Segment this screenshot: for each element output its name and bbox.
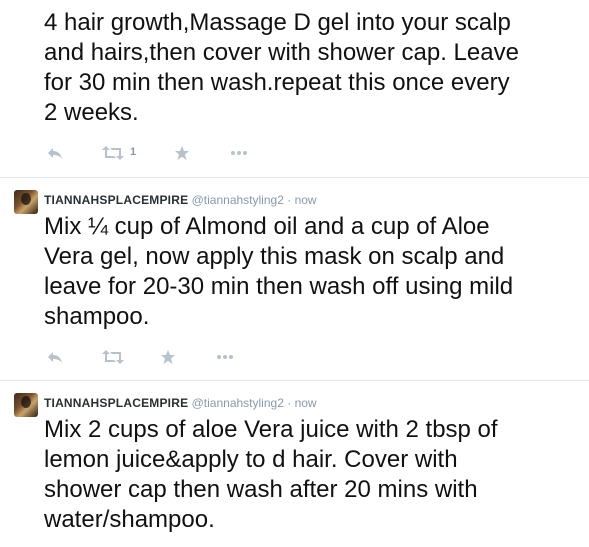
retweet-icon[interactable]: [102, 145, 124, 163]
more-icon[interactable]: [216, 349, 234, 367]
separator-dot: ·: [287, 193, 292, 207]
tweet-actions: [44, 349, 344, 367]
username[interactable]: @tiannahstyling2: [192, 396, 284, 410]
retweet-icon[interactable]: [102, 349, 124, 367]
reply-icon[interactable]: [46, 145, 64, 163]
reply-icon[interactable]: [46, 349, 64, 367]
display-name[interactable]: TIANNAHSPLACEMPIRE: [44, 193, 188, 207]
retweet-count: 1: [130, 146, 137, 158]
tweet-1[interactable]: 4 hair growth,Massage D gel into your sc…: [0, 0, 589, 176]
separator-dot: ·: [287, 396, 292, 410]
tweet-3[interactable]: TIANNAHSPLACEMPIRE @tiannahstyling2 · no…: [0, 381, 589, 547]
display-name[interactable]: TIANNAHSPLACEMPIRE: [44, 396, 188, 410]
tweet-header: TIANNAHSPLACEMPIRE @tiannahstyling2 · no…: [44, 395, 317, 411]
more-icon[interactable]: [230, 145, 248, 163]
timestamp[interactable]: now: [295, 193, 317, 207]
avatar[interactable]: [14, 190, 38, 214]
tweet-header: TIANNAHSPLACEMPIRE @tiannahstyling2 · no…: [44, 192, 317, 208]
tweet-text: Mix 2 cups of aloe Vera juice with 2 tbs…: [44, 416, 498, 533]
tweet-2[interactable]: TIANNAHSPLACEMPIRE @tiannahstyling2 · no…: [0, 178, 589, 380]
username[interactable]: @tiannahstyling2: [192, 193, 284, 207]
tweet-timeline: 4 hair growth,Massage D gel into your sc…: [0, 0, 589, 547]
tweet-text: 4 hair growth,Massage D gel into your sc…: [44, 9, 519, 126]
favorite-icon[interactable]: [174, 145, 190, 163]
avatar[interactable]: [14, 393, 38, 417]
timestamp[interactable]: now: [295, 396, 317, 410]
tweet-text: Mix ¼ cup of Almond oil and a cup of Alo…: [44, 213, 514, 330]
tweet-actions: 1: [44, 145, 344, 163]
favorite-icon[interactable]: [160, 349, 176, 367]
